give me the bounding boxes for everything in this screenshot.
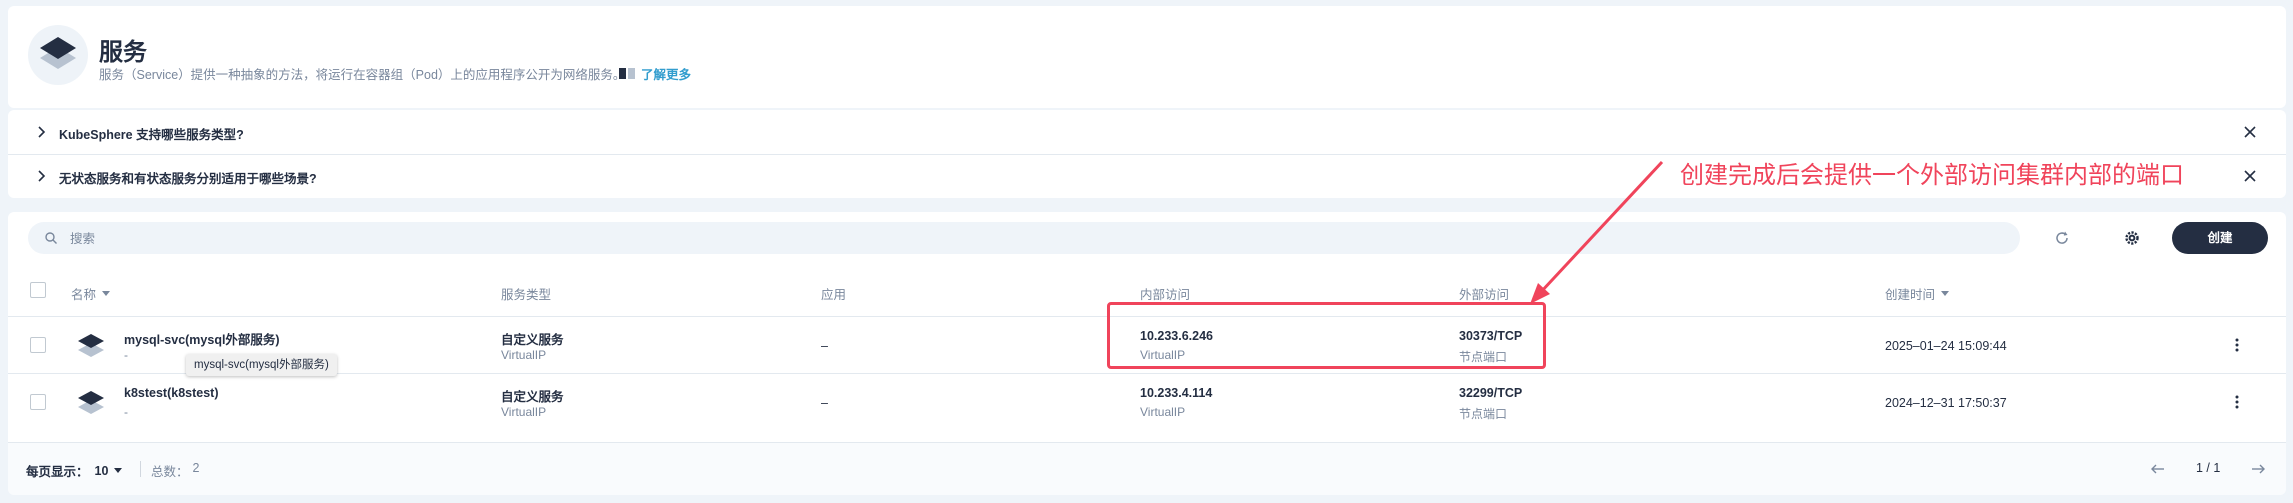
learn-more-link[interactable]: 了解更多: [619, 64, 691, 83]
service-app: –: [821, 396, 828, 410]
column-type-label: 服务类型: [501, 288, 552, 302]
service-type: 自定义服务: [501, 390, 564, 404]
per-page-select[interactable]: 每页显示： 10: [26, 461, 123, 480]
service-name-sub: -: [124, 405, 128, 419]
total-label: 总数：: [151, 465, 189, 479]
column-type: 服务类型: [501, 284, 551, 303]
column-external-label: 外部访问: [1459, 288, 1510, 302]
created-time: 2024–12–31 17:50:37: [1885, 396, 2007, 410]
chevron-right-icon: [38, 170, 46, 182]
service-name-sub: -: [124, 348, 128, 362]
table-header: 名称 服务类型 应用 内部访问 外部访问 创建时间: [8, 272, 2286, 306]
footer-divider: [140, 461, 141, 477]
service-icon: [78, 334, 104, 357]
service-app: –: [821, 339, 828, 353]
sort-caret-icon: [102, 291, 111, 296]
sort-caret-icon: [1941, 291, 1950, 296]
faq-question: 无状态服务和有状态服务分别适用于哪些场景?: [59, 172, 317, 186]
page-info: 1 / 1: [2196, 461, 2221, 475]
total-value: 2: [192, 461, 200, 475]
search-icon: [45, 232, 57, 244]
service-logo-icon: [28, 25, 88, 85]
service-type-sub: VirtualIP: [501, 348, 547, 362]
chevron-right-icon: [38, 126, 46, 138]
external-port: 32299/TCP: [1459, 386, 1523, 400]
page-title: 服务: [99, 39, 147, 66]
gear-icon[interactable]: [2123, 229, 2141, 247]
faq-question: KubeSphere 支持哪些服务类型?: [59, 128, 244, 142]
column-name-label: 名称: [71, 288, 97, 302]
search-input[interactable]: [68, 222, 1972, 256]
create-button[interactable]: 创建: [2172, 222, 2268, 254]
refresh-icon[interactable]: [2053, 229, 2071, 247]
column-app: 应用: [821, 284, 846, 303]
select-all-checkbox[interactable]: [30, 282, 46, 298]
page-description: 服务（Service）提供一种抽象的方法，将运行在容器组（Pod）上的应用程序公…: [99, 68, 626, 82]
service-name-link[interactable]: k8stest(k8stest): [124, 386, 219, 400]
column-external: 外部访问: [1459, 284, 1509, 303]
created-time: 2025–01–24 15:09:44: [1885, 339, 2007, 353]
external-sub: 节点端口: [1459, 407, 1508, 421]
column-created[interactable]: 创建时间: [1885, 284, 1950, 303]
service-name-link[interactable]: mysql-svc(mysql外部服务): [124, 329, 280, 348]
close-icon[interactable]: [2241, 123, 2259, 141]
pagination-footer: 每页显示： 10 总数： 2 1 / 1: [8, 442, 2286, 495]
column-internal: 内部访问: [1140, 284, 1190, 303]
arrow-right-icon[interactable]: [2250, 461, 2266, 477]
internal-ip: 10.233.4.114: [1140, 386, 1213, 400]
more-options-icon[interactable]: [2229, 337, 2245, 353]
row-checkbox[interactable]: [30, 394, 46, 410]
service-type: 自定义服务: [501, 333, 564, 347]
internal-sub: VirtualIP: [1140, 405, 1186, 419]
book-icon: [619, 68, 635, 79]
service-type-sub: VirtualIP: [501, 405, 547, 419]
page-header: 服务 服务（Service）提供一种抽象的方法，将运行在容器组（Pod）上的应用…: [8, 6, 2286, 108]
total-count: 总数： 2: [151, 461, 199, 480]
annotation-text: 创建完成后会提供一个外部访问集群内部的端口: [1680, 161, 2184, 189]
column-name[interactable]: 名称: [71, 284, 111, 303]
column-created-label: 创建时间: [1885, 288, 1936, 302]
row-checkbox[interactable]: [30, 337, 46, 353]
name-tooltip: mysql-svc(mysql外部服务): [186, 354, 337, 376]
per-page-label: 每页显示：: [26, 465, 89, 479]
column-app-label: 应用: [821, 288, 847, 302]
table-row[interactable]: k8stest(k8stest) - 自定义服务 VirtualIP – 10.…: [8, 373, 2286, 431]
service-icon: [78, 391, 104, 414]
per-page-value: 10: [94, 463, 109, 478]
faq-item[interactable]: KubeSphere 支持哪些服务类型?: [8, 110, 2286, 155]
search-bar[interactable]: [28, 222, 2020, 256]
close-icon[interactable]: [2241, 167, 2259, 185]
learn-more-label: 了解更多: [641, 68, 692, 82]
annotation-highlight-box: [1107, 302, 1546, 369]
column-internal-label: 内部访问: [1140, 288, 1191, 302]
more-options-icon[interactable]: [2229, 394, 2245, 410]
caret-down-icon: [114, 468, 123, 473]
arrow-left-icon[interactable]: [2150, 461, 2166, 477]
